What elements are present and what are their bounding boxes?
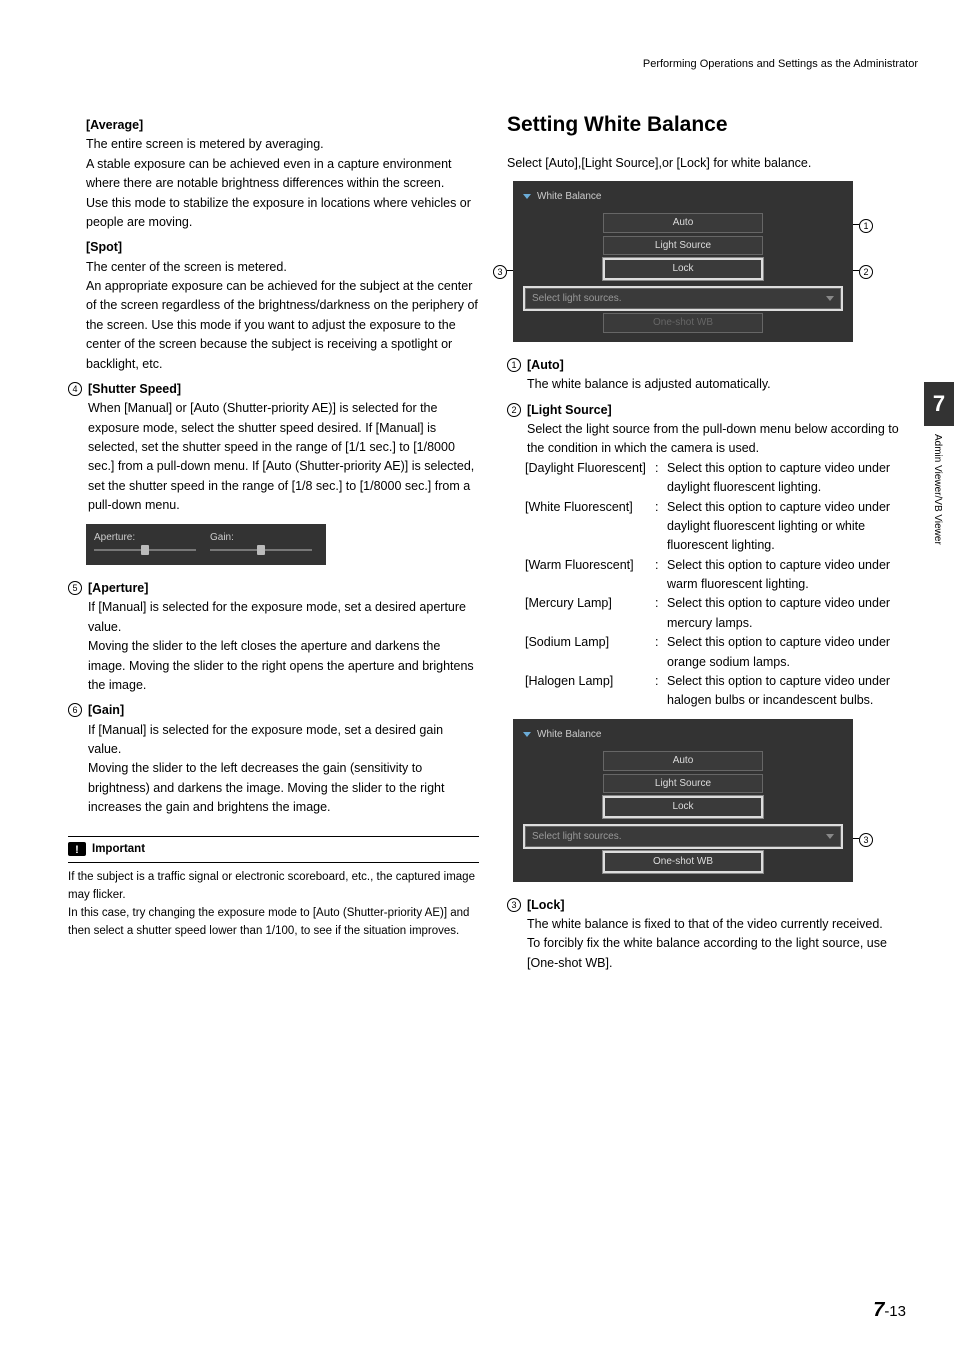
collapse-icon[interactable] bbox=[523, 194, 531, 199]
aperture-slider[interactable] bbox=[94, 549, 196, 551]
bullet-5: 5 bbox=[68, 581, 82, 595]
auto-title: [Auto] bbox=[527, 358, 564, 372]
wb-lock-button[interactable]: Lock bbox=[603, 258, 763, 280]
wb-lightsource-button[interactable]: Light Source bbox=[603, 236, 763, 256]
average-title: [Average] bbox=[86, 118, 143, 132]
wb-panel-1: White Balance Auto Light Source Lock Sel… bbox=[513, 181, 853, 342]
average-body: The entire screen is metered by averagin… bbox=[86, 135, 479, 232]
shutter-title: [Shutter Speed] bbox=[88, 382, 181, 396]
bullet-1: 1 bbox=[507, 358, 521, 372]
chapter-side-label: Admin Viewer/VB Viewer bbox=[930, 434, 946, 545]
chapter-tab: 7 bbox=[924, 382, 954, 426]
right-column: Performing Operations and Settings as th… bbox=[507, 56, 918, 1260]
important-body: If the subject is a traffic signal or el… bbox=[68, 869, 479, 940]
aperture-title: [Aperture] bbox=[88, 581, 148, 595]
section-heading: Setting White Balance bbox=[507, 109, 918, 142]
wb-panel-title: White Balance bbox=[537, 189, 601, 205]
collapse-icon[interactable] bbox=[523, 732, 531, 737]
left-column: [Average] The entire screen is metered b… bbox=[68, 56, 479, 1260]
lock-body: The white balance is fixed to that of th… bbox=[527, 915, 918, 973]
lightsource-intro: Select the light source from the pull-do… bbox=[527, 420, 918, 459]
gain-slider[interactable] bbox=[210, 549, 312, 551]
bullet-3: 3 bbox=[507, 898, 521, 912]
aperture-body: If [Manual] is selected for the exposure… bbox=[88, 598, 479, 695]
wb-auto-button-2[interactable]: Auto bbox=[603, 751, 763, 771]
wb-auto-button[interactable]: Auto bbox=[603, 213, 763, 233]
gain-title: [Gain] bbox=[88, 703, 124, 717]
gain-body: If [Manual] is selected for the exposure… bbox=[88, 721, 479, 818]
wb-panel-title-2: White Balance bbox=[537, 727, 601, 743]
wb-lightsource-button-2[interactable]: Light Source bbox=[603, 774, 763, 794]
light-source-table: [Daylight Fluorescent]:Select this optio… bbox=[525, 459, 918, 711]
wb-lock-button-2[interactable]: Lock bbox=[603, 796, 763, 818]
light-source-select-2[interactable]: Select light sources. bbox=[525, 826, 841, 848]
chevron-down-icon bbox=[826, 296, 834, 301]
bullet-4: 4 bbox=[68, 382, 82, 396]
auto-body: The white balance is adjusted automatica… bbox=[527, 375, 771, 394]
page-footer: 7-13 bbox=[873, 1295, 906, 1326]
important-title: Important bbox=[92, 841, 145, 859]
spot-body: The center of the screen is metered. An … bbox=[86, 258, 479, 374]
breadcrumb: Performing Operations and Settings as th… bbox=[507, 56, 918, 73]
bullet-6: 6 bbox=[68, 703, 82, 717]
shutter-body: When [Manual] or [Auto (Shutter-priority… bbox=[88, 399, 479, 515]
chevron-down-icon bbox=[826, 834, 834, 839]
aperture-gain-panel: Aperture: Gain: bbox=[86, 524, 326, 566]
important-note: Important If the subject is a traffic si… bbox=[68, 836, 479, 941]
important-icon bbox=[68, 842, 86, 856]
oneshot-wb-button[interactable]: One-shot WB bbox=[603, 313, 763, 333]
bullet-2: 2 bbox=[507, 403, 521, 417]
lock-title: [Lock] bbox=[527, 898, 565, 912]
light-source-select[interactable]: Select light sources. bbox=[525, 288, 841, 310]
wb-panel-2: White Balance Auto Light Source Lock Sel… bbox=[513, 719, 853, 882]
oneshot-wb-button-2[interactable]: One-shot WB bbox=[603, 851, 763, 873]
gain-label: Gain: bbox=[210, 532, 234, 543]
aperture-label: Aperture: bbox=[94, 532, 135, 543]
section-intro: Select [Auto],[Light Source],or [Lock] f… bbox=[507, 154, 918, 173]
spot-title: [Spot] bbox=[86, 240, 122, 254]
lightsource-title: [Light Source] bbox=[527, 403, 612, 417]
